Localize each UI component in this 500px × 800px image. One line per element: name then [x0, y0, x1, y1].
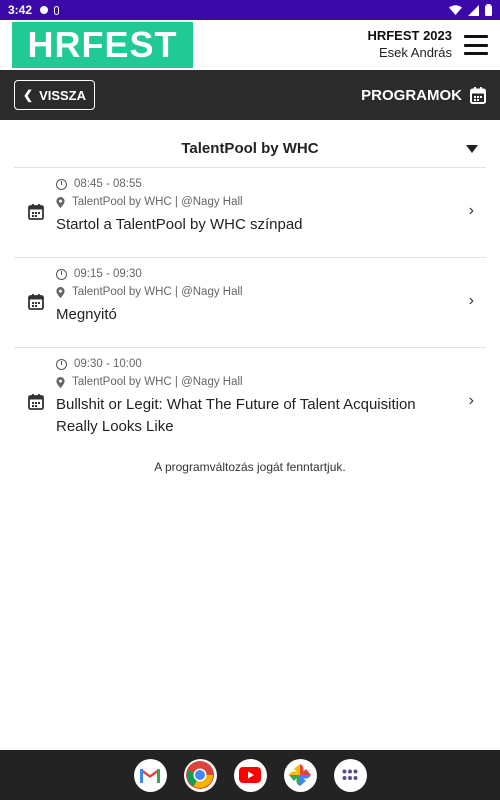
- user-name: Esek András: [379, 45, 452, 60]
- calendar-icon: [28, 294, 44, 310]
- chevron-right-icon: ›: [468, 392, 474, 409]
- program-title: Startol a TalentPool by WHC színpad: [56, 216, 303, 233]
- program-location: TalentPool by WHC | @Nagy Hall: [72, 196, 243, 208]
- location-pin-icon: [56, 376, 65, 388]
- back-button[interactable]: ❮ VISSZA: [14, 80, 96, 110]
- signal-icon: [468, 4, 479, 16]
- page-title: PROGRAMOK: [361, 86, 462, 104]
- stage-filter-value: TalentPool by WHC: [181, 140, 319, 157]
- program-time: 09:30 - 10:00: [74, 358, 142, 370]
- calendar-icon: [28, 394, 44, 410]
- program-time: 09:15 - 09:30: [74, 268, 142, 280]
- chevron-left-icon: ❮: [23, 88, 34, 102]
- app-drawer-icon[interactable]: [333, 758, 367, 792]
- program-title: Bullshit or Legit: What The Future of Ta…: [56, 396, 416, 435]
- caret-down-icon: [466, 145, 478, 153]
- calendar-icon[interactable]: [470, 86, 486, 104]
- youtube-icon[interactable]: [233, 758, 267, 792]
- menu-icon[interactable]: [464, 35, 488, 55]
- nav-bar: ❮ VISSZA PROGRAMOK: [0, 70, 500, 120]
- clock-icon: [56, 178, 67, 190]
- app-dock: [0, 750, 500, 800]
- stage-filter-dropdown[interactable]: TalentPool by WHC: [14, 130, 486, 168]
- chrome-icon[interactable]: [183, 758, 217, 792]
- status-time: 3:42: [8, 3, 33, 17]
- program-title: Megnyitó: [56, 306, 117, 323]
- program-item[interactable]: 09:30 - 10:00 TalentPool by WHC | @Nagy …: [14, 348, 486, 455]
- back-button-label: VISSZA: [39, 87, 87, 103]
- photos-icon[interactable]: [283, 758, 317, 792]
- app-header: HRFEST HRFEST 2023 Esek András: [0, 20, 500, 70]
- disclaimer-text: A programváltozás jogát fenntartjuk.: [154, 460, 346, 474]
- calendar-icon: [28, 204, 44, 220]
- program-location: TalentPool by WHC | @Nagy Hall: [72, 286, 243, 298]
- chevron-right-icon: ›: [468, 202, 474, 219]
- clock-icon: [56, 358, 67, 370]
- battery-icon: [485, 4, 492, 16]
- notification-icon: [40, 6, 49, 14]
- event-name: HRFEST 2023: [367, 28, 452, 44]
- hrfest-logo[interactable]: HRFEST: [12, 22, 193, 68]
- mic-icon: [54, 5, 60, 15]
- program-item[interactable]: 09:15 - 09:30 TalentPool by WHC | @Nagy …: [14, 258, 486, 348]
- wifi-icon: [449, 4, 462, 15]
- gmail-icon[interactable]: [133, 758, 167, 792]
- location-pin-icon: [56, 196, 65, 208]
- status-bar: 3:42: [0, 0, 500, 20]
- program-list: 08:45 - 08:55 TalentPool by WHC | @Nagy …: [14, 168, 486, 455]
- chevron-right-icon: ›: [468, 292, 474, 309]
- program-time: 08:45 - 08:55: [74, 178, 142, 190]
- location-pin-icon: [56, 286, 65, 298]
- program-item[interactable]: 08:45 - 08:55 TalentPool by WHC | @Nagy …: [14, 168, 486, 258]
- program-location: TalentPool by WHC | @Nagy Hall: [72, 376, 243, 388]
- clock-icon: [56, 268, 67, 280]
